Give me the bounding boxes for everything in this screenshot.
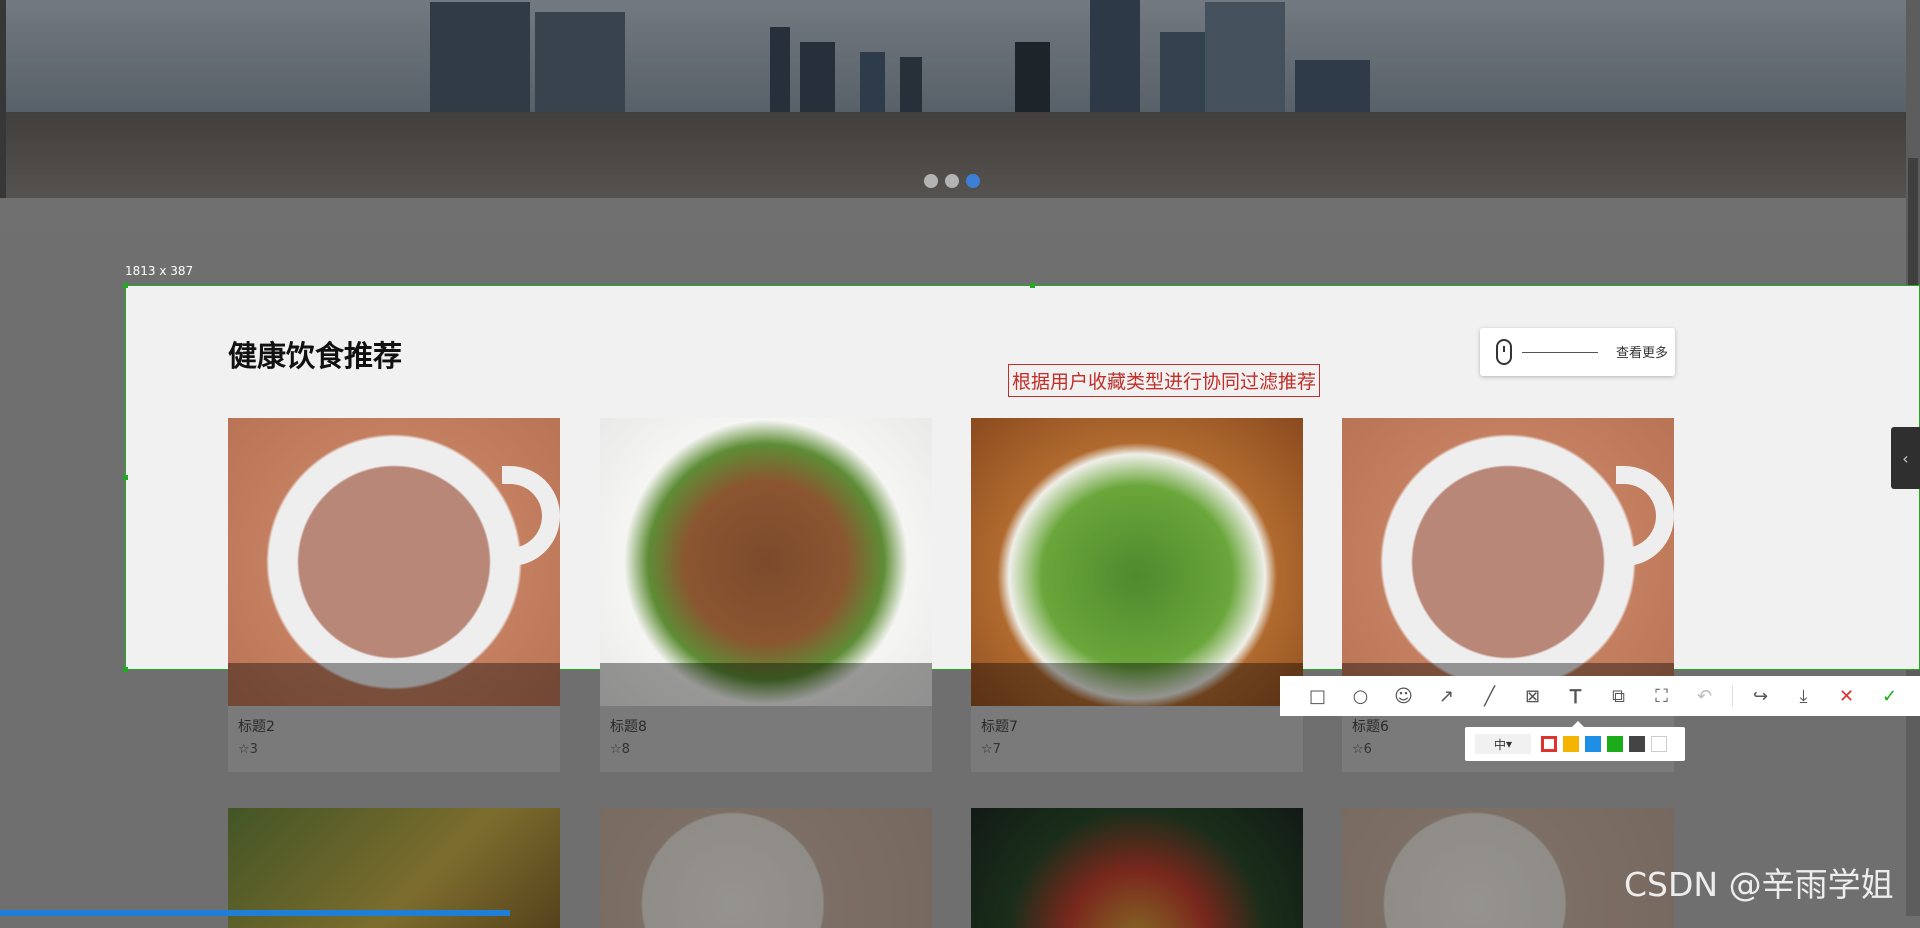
food-image-milk-tea[interactable] (1342, 418, 1674, 706)
confirm-icon[interactable]: ✓ (1868, 676, 1911, 716)
resize-handle[interactable] (1030, 283, 1035, 288)
view-more-button[interactable]: 查看更多 (1480, 328, 1675, 376)
pin-icon[interactable]: ⧉ (1597, 676, 1640, 716)
food-card[interactable] (600, 808, 932, 928)
font-size-value: 中 (1493, 737, 1506, 752)
section-title: 健康饮食推荐 (228, 339, 403, 373)
mosaic-icon[interactable]: ⊠ (1511, 676, 1554, 716)
carousel-dot[interactable] (924, 174, 938, 188)
favorite-count: ☆6 (1352, 742, 1372, 757)
font-size-select[interactable]: 中 ▾ (1475, 734, 1531, 754)
undo-icon[interactable]: ↶ (1683, 676, 1726, 716)
resize-handle[interactable] (123, 667, 128, 672)
text-icon[interactable]: Ｔ (1554, 676, 1597, 716)
dim-overlay (971, 663, 1303, 706)
color-swatch-white[interactable] (1651, 736, 1667, 752)
color-swatch-yellow[interactable] (1563, 736, 1579, 752)
dim-overlay (600, 808, 932, 928)
food-card[interactable]: 标题6 ☆6 (1342, 418, 1674, 772)
line-icon[interactable]: ╱ (1468, 676, 1511, 716)
chevron-left-icon[interactable]: ‹ (1891, 427, 1920, 489)
share-icon[interactable]: ↪ (1739, 676, 1782, 716)
screen-dim-overlay (0, 0, 1920, 198)
close-icon[interactable]: ✕ (1825, 676, 1868, 716)
food-image-vegetables[interactable] (971, 808, 1303, 928)
food-image-green-beans[interactable] (971, 418, 1303, 706)
emoji-icon[interactable]: ☺ (1382, 676, 1425, 716)
card-info: 标题2 ☆3 (228, 706, 560, 772)
hero-strip (0, 198, 1920, 238)
food-card[interactable]: 标题2 ☆3 (228, 418, 560, 772)
dim-overlay (971, 808, 1303, 928)
view-more-label: 查看更多 (1616, 346, 1669, 361)
resize-handle[interactable] (123, 475, 128, 480)
ocr-icon[interactable]: ⛶ (1640, 676, 1683, 716)
annotation-style-toolbar: 中 ▾ (1465, 721, 1685, 761)
watermark: CSDN @辛雨学姐 (1624, 865, 1894, 904)
color-swatch-red[interactable] (1541, 736, 1557, 752)
divider (1522, 352, 1598, 353)
food-card[interactable] (971, 808, 1303, 928)
capture-toolbar: □ ○ ☺ ↗ ╱ ⊠ Ｔ ⧉ ⛶ ↶ ↪ ⤓ ✕ ✓ (1280, 676, 1920, 716)
dim-overlay (600, 663, 932, 706)
color-swatch-blue[interactable] (1585, 736, 1601, 752)
resize-handle[interactable] (123, 283, 128, 288)
card-title[interactable]: 标题7 (981, 716, 1018, 736)
card-title[interactable]: 标题2 (238, 716, 275, 736)
favorite-count: ☆7 (981, 742, 1001, 757)
carousel-dot-active[interactable] (966, 174, 980, 188)
selection-size-label: 1813 x 387 (125, 264, 194, 278)
card-info: 标题8 ☆8 (600, 706, 932, 772)
text-annotation[interactable]: 根据用户收藏类型进行协同过滤推荐 (1008, 364, 1321, 397)
rectangle-icon[interactable]: □ (1296, 676, 1339, 716)
toolbar-divider (1732, 686, 1733, 706)
arrow-icon[interactable]: ↗ (1425, 676, 1468, 716)
color-swatch-dark[interactable] (1629, 736, 1645, 752)
card-title[interactable]: 标题6 (1352, 716, 1389, 736)
color-swatch-green[interactable] (1607, 736, 1623, 752)
food-card[interactable]: 标题8 ☆8 (600, 418, 932, 772)
carousel-dot[interactable] (945, 174, 959, 188)
favorite-count: ☆8 (610, 742, 630, 757)
card-title[interactable]: 标题8 (610, 716, 647, 736)
download-icon[interactable]: ⤓ (1782, 676, 1825, 716)
carousel-dots (924, 174, 980, 188)
food-image-plate[interactable] (600, 808, 932, 928)
favorite-count: ☆3 (238, 742, 258, 757)
food-image-stir-fry[interactable] (600, 418, 932, 706)
food-card[interactable]: 标题7 ☆7 (971, 418, 1303, 772)
progress-bar (0, 910, 510, 916)
dim-overlay (228, 663, 560, 706)
scrollbar-thumb[interactable] (1908, 158, 1918, 298)
ellipse-icon[interactable]: ○ (1339, 676, 1382, 716)
card-info: 标题7 ☆7 (971, 706, 1303, 772)
food-image-milk-tea[interactable] (228, 418, 560, 706)
mouse-icon (1496, 339, 1512, 365)
hero-banner (0, 0, 1920, 198)
